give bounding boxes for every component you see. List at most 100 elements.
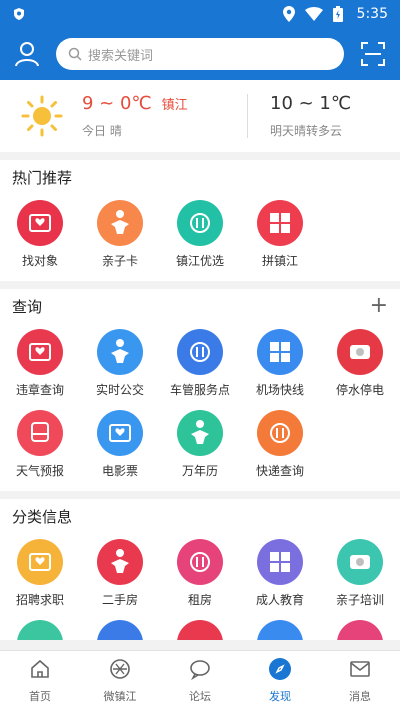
hot-item[interactable]: 亲子卡 (80, 194, 160, 275)
app-header: 5:35 搜索关键词 (0, 0, 400, 80)
hot-item-icon (257, 200, 303, 246)
query-section: 查询 + 违章查询 实时公交 车管服务点 机场快线 停水停电天气预报 电影票 万年历 快递查询 (0, 289, 400, 491)
category-section: 分类信息 招聘求职 二手房 租房 成人教育 亲子培训 (0, 499, 400, 640)
category-item[interactable]: 招聘求职 (0, 533, 80, 614)
category-item[interactable]: 租房 (160, 533, 240, 614)
query-item-label: 快递查询 (255, 464, 304, 478)
location-icon (282, 6, 295, 22)
nav-item[interactable]: 论坛 (160, 651, 240, 710)
hot-item[interactable]: 拼镇江 (240, 194, 320, 275)
category-item-icon (257, 620, 303, 640)
tomorrow-temperature: 10 ~ 1℃ (270, 93, 352, 114)
nav-item[interactable]: 首页 (0, 651, 80, 710)
query-item[interactable]: 违章查询 (0, 323, 80, 404)
section-title: 热门推荐 (12, 168, 73, 187)
search-placeholder: 搜索关键词 (88, 48, 154, 64)
hot-item-icon (97, 200, 143, 246)
query-item-icon (17, 329, 63, 375)
nav-item-label: 论坛 (189, 690, 211, 703)
query-item-icon (17, 410, 63, 456)
add-button[interactable]: + (370, 295, 388, 317)
query-item[interactable]: 停水停电 (320, 323, 400, 404)
user-icon (15, 42, 39, 67)
query-item[interactable]: 万年历 (160, 404, 240, 485)
hot-item-label: 拼镇江 (261, 254, 298, 268)
hot-item-label: 找对象 (21, 254, 58, 268)
category-item[interactable]: 成人教育 (240, 533, 320, 614)
battery-icon (332, 6, 343, 22)
nav-item[interactable]: 发现 (240, 651, 320, 710)
category-item[interactable] (320, 620, 400, 640)
search-input[interactable]: 搜索关键词 (56, 38, 344, 70)
query-item[interactable]: 车管服务点 (160, 323, 240, 404)
home-icon (28, 657, 52, 685)
category-item-icon (337, 539, 383, 585)
query-item[interactable]: 快递查询 (240, 404, 320, 485)
status-bar: 5:35 (0, 0, 400, 28)
query-item-label: 停水停电 (335, 383, 384, 397)
query-item-label: 万年历 (181, 464, 218, 478)
clock-text: 5:35 (356, 6, 388, 22)
hot-item-label: 镇江优选 (175, 254, 224, 268)
hot-item[interactable]: 镇江优选 (160, 194, 240, 275)
aperture-icon (108, 657, 132, 685)
wifi-icon (304, 7, 323, 21)
nav-item[interactable]: 微镇江 (80, 651, 160, 710)
hot-item-icon (177, 200, 223, 246)
nav-item-label: 首页 (29, 690, 51, 703)
query-item-icon (257, 410, 303, 456)
sunny-icon (21, 95, 63, 137)
category-item-icon (17, 620, 63, 640)
search-icon (68, 47, 82, 61)
hot-item-icon (17, 200, 63, 246)
nav-item-label: 微镇江 (103, 690, 137, 703)
nav-item[interactable]: 消息 (320, 651, 400, 710)
query-item[interactable]: 机场快线 (240, 323, 320, 404)
weather-panel[interactable]: 9 ~ 0℃ 镇江 今日 晴 10 ~ 1℃ 明天晴转多云 (0, 80, 400, 152)
category-item[interactable] (0, 620, 80, 640)
query-item-icon (257, 329, 303, 375)
query-item-icon (177, 410, 223, 456)
category-item-label: 成人教育 (255, 593, 304, 607)
category-item-icon (177, 539, 223, 585)
city-name: 镇江 (161, 98, 188, 113)
section-title: 分类信息 (12, 507, 73, 526)
query-item-icon (337, 329, 383, 375)
category-item[interactable] (240, 620, 320, 640)
user-profile-button[interactable] (12, 39, 42, 69)
chat-icon (188, 657, 212, 685)
bottom-nav: 首页 微镇江 论坛 发现 消息 (0, 650, 400, 710)
category-item-icon (257, 539, 303, 585)
category-item-icon (17, 539, 63, 585)
shield-icon (14, 8, 24, 20)
category-item[interactable]: 二手房 (80, 533, 160, 614)
hot-item[interactable]: 找对象 (0, 194, 80, 275)
query-item-icon (97, 410, 143, 456)
category-item-label: 招聘求职 (15, 593, 64, 607)
category-item[interactable] (80, 620, 160, 640)
scan-button[interactable] (358, 39, 388, 69)
nav-item-label: 发现 (269, 690, 291, 703)
category-item-icon (177, 620, 223, 640)
mail-icon (348, 657, 372, 685)
category-item-label: 租房 (187, 593, 212, 607)
today-weather-desc: 今日 晴 (82, 124, 122, 138)
tomorrow-weather-desc: 明天晴转多云 (270, 124, 343, 138)
section-title: 查询 (12, 297, 43, 316)
category-item-icon (97, 539, 143, 585)
query-item[interactable]: 天气预报 (0, 404, 80, 485)
query-item-label: 电影票 (101, 464, 138, 478)
category-item-label: 亲子培训 (335, 593, 384, 607)
query-item[interactable]: 实时公交 (80, 323, 160, 404)
query-item-icon (97, 329, 143, 375)
scan-icon (361, 42, 385, 66)
category-item-icon (337, 620, 383, 640)
category-item-label: 二手房 (101, 593, 138, 607)
category-item[interactable]: 亲子培训 (320, 533, 400, 614)
query-item-label: 实时公交 (95, 383, 144, 397)
query-item[interactable]: 电影票 (80, 404, 160, 485)
query-item-label: 车管服务点 (169, 383, 230, 397)
category-item[interactable] (160, 620, 240, 640)
hot-recommend-section: 热门推荐 找对象 亲子卡 镇江优选 拼镇江 (0, 160, 400, 281)
compass-icon (268, 657, 292, 685)
